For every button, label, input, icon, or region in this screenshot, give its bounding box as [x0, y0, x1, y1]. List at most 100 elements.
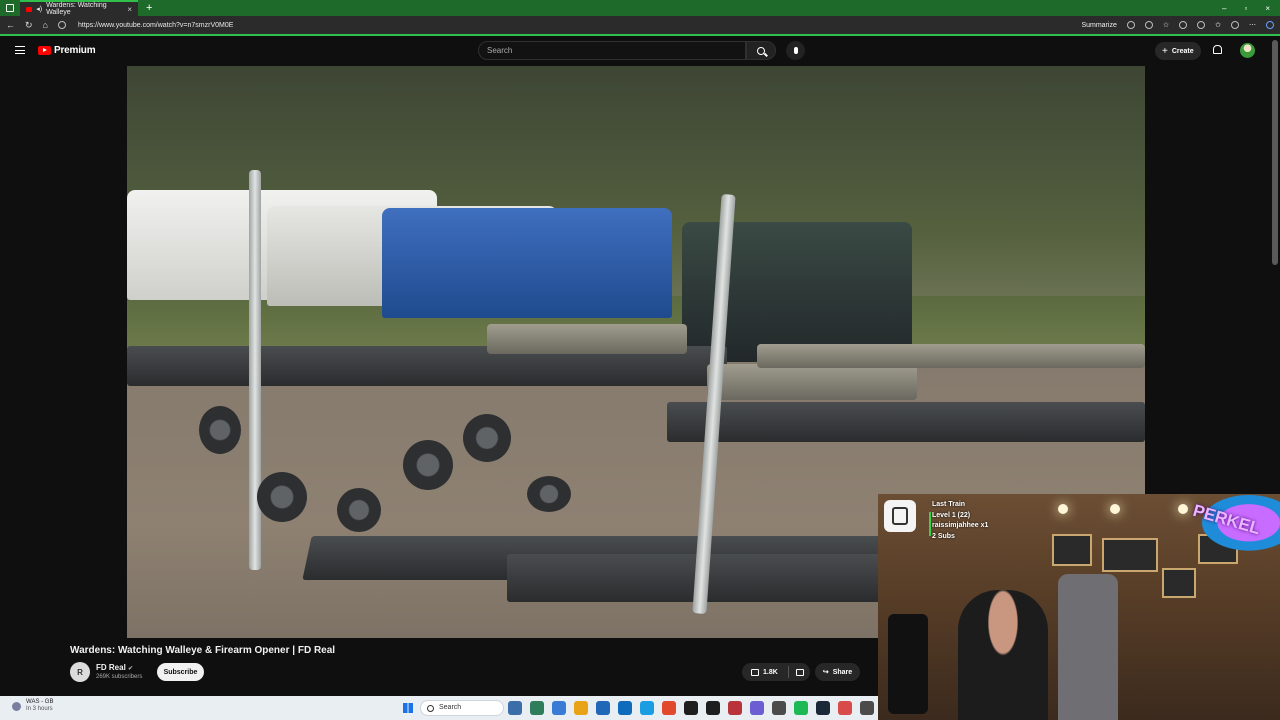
trailer-roller: [337, 488, 381, 532]
plus-icon: +: [1162, 45, 1168, 57]
weather-time: In 3 hours: [26, 706, 53, 712]
minimize-button[interactable]: –: [1222, 4, 1226, 13]
channel-avatar[interactable]: R: [70, 662, 90, 682]
microphone-arm: [888, 614, 928, 714]
search-button[interactable]: [746, 41, 776, 60]
channel-name-text: FD Real: [96, 663, 126, 672]
site-info-icon[interactable]: [57, 21, 66, 29]
taskbar-app-icon[interactable]: [596, 701, 610, 715]
subscribe-button[interactable]: Subscribe: [157, 663, 204, 681]
taskbar-app-icon[interactable]: [508, 701, 522, 715]
extensions-puzzle-icon[interactable]: [1197, 21, 1206, 29]
ceiling-light: [1058, 504, 1068, 514]
trailer-roller: [463, 414, 511, 462]
youtube-premium-logo[interactable]: Premium: [38, 45, 96, 56]
windows-taskbar: WAS - GB In 3 hours Search: [0, 696, 878, 720]
hype-train-info: Last Train Level 1 (22) raissimjahhee x1…: [932, 500, 988, 542]
share-arrow-icon: ↪: [822, 669, 829, 676]
share-button[interactable]: ↪ Share: [815, 663, 860, 681]
taskbar-app-icon[interactable]: [750, 701, 764, 715]
hype-train-subs: 2 Subs: [932, 532, 955, 540]
hype-train-contributor: raissimjahhee x1: [932, 522, 989, 529]
extension-icon[interactable]: [1126, 21, 1135, 29]
search-input[interactable]: Search: [478, 41, 746, 60]
taskbar-app-icon[interactable]: [618, 701, 632, 715]
profile-icon[interactable]: [1231, 21, 1239, 29]
browser-tab[interactable]: ◂) Wardens: Watching Walleye ×: [20, 0, 138, 16]
voice-search-button[interactable]: [786, 41, 805, 60]
trailer-roller: [257, 472, 307, 522]
trailer-bunk: [757, 344, 1145, 368]
weather-location: WAS - GB: [26, 699, 54, 705]
taskbar-app-icon[interactable]: [706, 701, 720, 715]
webcam-overlay: PERKEL Last Train Level 1 (22) raissimja…: [878, 494, 1280, 720]
tab-actions-icon[interactable]: [6, 4, 14, 12]
speaker-icon[interactable]: ◂): [36, 5, 42, 13]
url-field[interactable]: https://www.youtube.com/watch?v=n7smzrV0…: [78, 22, 233, 29]
tab-title: Wardens: Watching Walleye: [46, 2, 107, 16]
trailer-roller: [403, 440, 453, 490]
taskbar-apps: [508, 701, 874, 715]
page-scrollbar[interactable]: [1272, 40, 1278, 265]
like-count[interactable]: 1.8K: [763, 669, 778, 676]
thumbs-down-icon[interactable]: [795, 668, 804, 676]
taskbar-app-icon[interactable]: [574, 701, 588, 715]
tab-close-icon[interactable]: ×: [127, 5, 132, 14]
channel-name[interactable]: FD Real ✔: [96, 663, 133, 672]
refresh-extension-icon[interactable]: [1179, 21, 1188, 29]
maximize-button[interactable]: ▫: [1244, 4, 1247, 13]
home-icon[interactable]: ⌂: [43, 20, 48, 30]
trailer-roller: [527, 476, 571, 512]
close-window-button[interactable]: ×: [1265, 4, 1270, 13]
taskbar-app-icon[interactable]: [662, 701, 676, 715]
youtube-favicon-icon: [26, 6, 33, 12]
account-avatar[interactable]: [1240, 43, 1255, 58]
create-button[interactable]: + Create: [1155, 42, 1201, 60]
taskbar-search[interactable]: Search: [420, 700, 504, 716]
like-dislike-group: 1.8K: [742, 663, 810, 681]
ceiling-light: [1110, 504, 1120, 514]
blue-truck: [382, 208, 672, 318]
verified-icon: ✔: [128, 666, 134, 672]
trailer-roller: [199, 406, 241, 454]
back-icon[interactable]: ←: [6, 20, 15, 30]
address-bar-actions: Summarize ☆ ✩ ⋯: [1081, 21, 1274, 29]
browser-tab-bar: ◂) Wardens: Watching Walleye × + – ▫ ×: [0, 0, 1280, 16]
taskbar-app-icon[interactable]: [684, 701, 698, 715]
taskbar-app-icon[interactable]: [838, 701, 852, 715]
taskbar-app-icon[interactable]: [640, 701, 654, 715]
hype-train-title: Last Train: [932, 501, 966, 508]
taskbar-app-icon[interactable]: [772, 701, 786, 715]
windows-start-icon[interactable]: [403, 703, 413, 713]
youtube-header: Premium Search + Create: [0, 37, 1280, 65]
trailer-beam: [667, 402, 1145, 442]
taskbar-app-icon[interactable]: [728, 701, 742, 715]
copilot-icon[interactable]: [1266, 21, 1274, 29]
taskbar-app-icon[interactable]: [530, 701, 544, 715]
taskbar-app-icon[interactable]: [794, 701, 808, 715]
streamer: [958, 590, 1048, 720]
taskbar-app-icon[interactable]: [816, 701, 830, 715]
menu-hamburger-icon[interactable]: [15, 46, 25, 54]
youtube-play-icon: [38, 46, 51, 55]
new-tab-button[interactable]: +: [146, 2, 152, 14]
like-divider: [787, 666, 789, 678]
train-icon: [884, 500, 916, 532]
weather-widget[interactable]: WAS - GB In 3 hours: [12, 699, 53, 713]
reload-icon[interactable]: ↻: [25, 20, 33, 31]
trailer-bunk: [487, 324, 687, 354]
summarize-button[interactable]: Summarize: [1081, 22, 1116, 29]
notifications-bell-icon[interactable]: [1213, 45, 1222, 54]
thumbs-up-icon[interactable]: [751, 668, 759, 676]
window-controls: – ▫ ×: [1222, 4, 1280, 13]
favorites-icon[interactable]: ✩: [1215, 21, 1221, 29]
more-options-icon[interactable]: ⋯: [1249, 21, 1256, 29]
read-mode-icon[interactable]: [1144, 21, 1153, 29]
taskbar-app-icon[interactable]: [860, 701, 874, 715]
weather-icon: [12, 701, 21, 711]
favorite-star-icon[interactable]: ☆: [1163, 21, 1169, 29]
hype-train-level: Level 1 (22): [932, 511, 971, 519]
taskbar-app-icon[interactable]: [552, 701, 566, 715]
gaming-chair: [1058, 574, 1118, 720]
wall-frame: [1102, 538, 1158, 572]
